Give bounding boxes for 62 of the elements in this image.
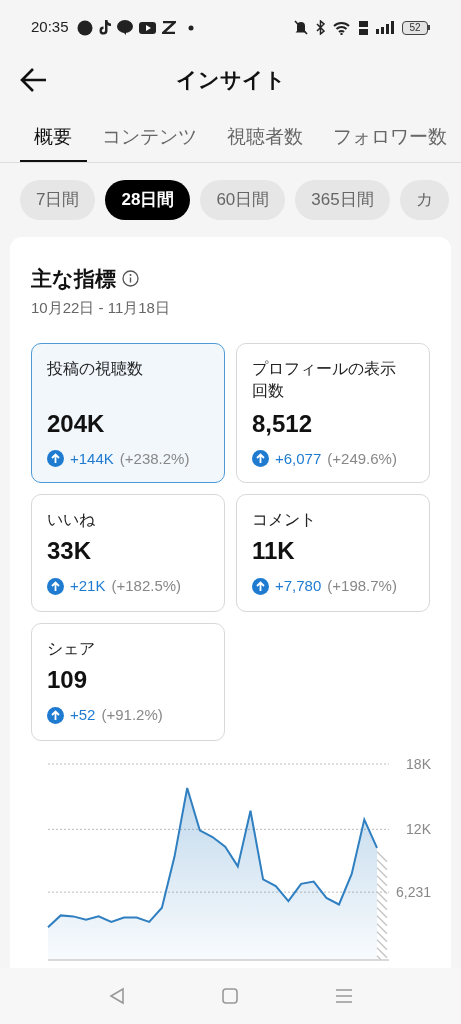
metric-label: いいね bbox=[47, 510, 96, 530]
metric-value: 8,512 bbox=[252, 408, 314, 439]
arrow-up-icon bbox=[47, 577, 64, 595]
tab[interactable]: コンテンツ bbox=[87, 115, 212, 162]
change-value: +21K bbox=[70, 576, 106, 596]
change-value: +7,780 bbox=[275, 576, 322, 596]
play-icon bbox=[138, 21, 156, 34]
range-chip[interactable]: 28日間 bbox=[105, 180, 191, 220]
range-chip[interactable]: カ bbox=[399, 180, 449, 220]
range-chip[interactable]: 60日間 bbox=[200, 180, 286, 220]
arrow-up-icon bbox=[47, 706, 64, 724]
metric-label: プロフィールの表示回数 bbox=[252, 359, 397, 401]
change-percent: (+182.5%) bbox=[111, 576, 182, 596]
metric-label: 投稿の視聴数 bbox=[47, 359, 144, 379]
status-time: 20:35 bbox=[31, 17, 69, 38]
tab[interactable]: 概要 bbox=[20, 115, 87, 162]
wifi-icon bbox=[333, 20, 351, 35]
page-title: インサイト bbox=[175, 67, 286, 94]
battery-indicator: 52 bbox=[402, 20, 430, 35]
menu-nav-icon[interactable] bbox=[336, 988, 353, 1004]
change-value: +144K bbox=[70, 448, 114, 469]
change-percent: (+198.7%) bbox=[327, 576, 397, 596]
arrow-up-icon bbox=[252, 450, 269, 468]
metric-label: コメント bbox=[252, 510, 317, 530]
metric-value: 204K bbox=[47, 408, 106, 439]
range-chip[interactable]: 365日間 bbox=[295, 180, 390, 220]
axis-label: 18K bbox=[406, 756, 431, 772]
card-title: 主な指標 bbox=[31, 266, 116, 293]
metric-label: シェア bbox=[47, 639, 96, 659]
app-icon bbox=[161, 21, 176, 34]
tab[interactable]: フォロワー数 bbox=[318, 115, 461, 162]
change-percent: (+238.2%) bbox=[119, 448, 190, 469]
metric-tile[interactable]: コメント 11K +7,780 (+198.7%) bbox=[236, 494, 430, 612]
metric-tile[interactable]: いいね 33K +21K (+182.5%) bbox=[31, 494, 225, 612]
metric-value: 11K bbox=[252, 536, 296, 566]
info-icon[interactable] bbox=[122, 270, 139, 288]
arrow-up-icon bbox=[47, 450, 64, 468]
metric-value: 33K bbox=[47, 536, 93, 566]
dot-icon bbox=[187, 24, 194, 31]
change-percent: (+91.2%) bbox=[101, 705, 163, 725]
back-button[interactable] bbox=[20, 67, 48, 93]
home-nav-icon[interactable] bbox=[222, 988, 239, 1004]
axis-label: 12K bbox=[406, 821, 431, 838]
tab[interactable]: 視聴者数 bbox=[212, 115, 318, 162]
date-range: 10月22日 - 11月18日 bbox=[31, 297, 171, 318]
bluetooth-icon bbox=[316, 20, 325, 35]
bell-muted-icon bbox=[294, 20, 308, 35]
axis-label: 6,231 bbox=[395, 884, 431, 901]
back-nav-icon[interactable] bbox=[108, 987, 125, 1005]
change-value: +52 bbox=[70, 705, 96, 725]
music-note-icon bbox=[98, 20, 111, 35]
chat-bubble-icon bbox=[116, 20, 133, 35]
metric-value: 109 bbox=[47, 665, 89, 695]
change-percent: (+249.6%) bbox=[327, 448, 397, 469]
change-value: +6,077 bbox=[275, 448, 322, 469]
metric-tile[interactable]: シェア 109 +52 (+91.2%) bbox=[31, 623, 225, 741]
range-chip[interactable]: 7日間 bbox=[20, 180, 96, 220]
metric-tile[interactable]: プロフィールの表示回数 8,512 +6,077 (+249.6%) bbox=[236, 343, 430, 483]
arrow-up-icon bbox=[252, 577, 269, 595]
metric-tile[interactable]: 投稿の視聴数 204K +144K (+238.2%) bbox=[31, 343, 225, 483]
signal-icon bbox=[376, 21, 394, 34]
app-icon bbox=[76, 19, 93, 36]
